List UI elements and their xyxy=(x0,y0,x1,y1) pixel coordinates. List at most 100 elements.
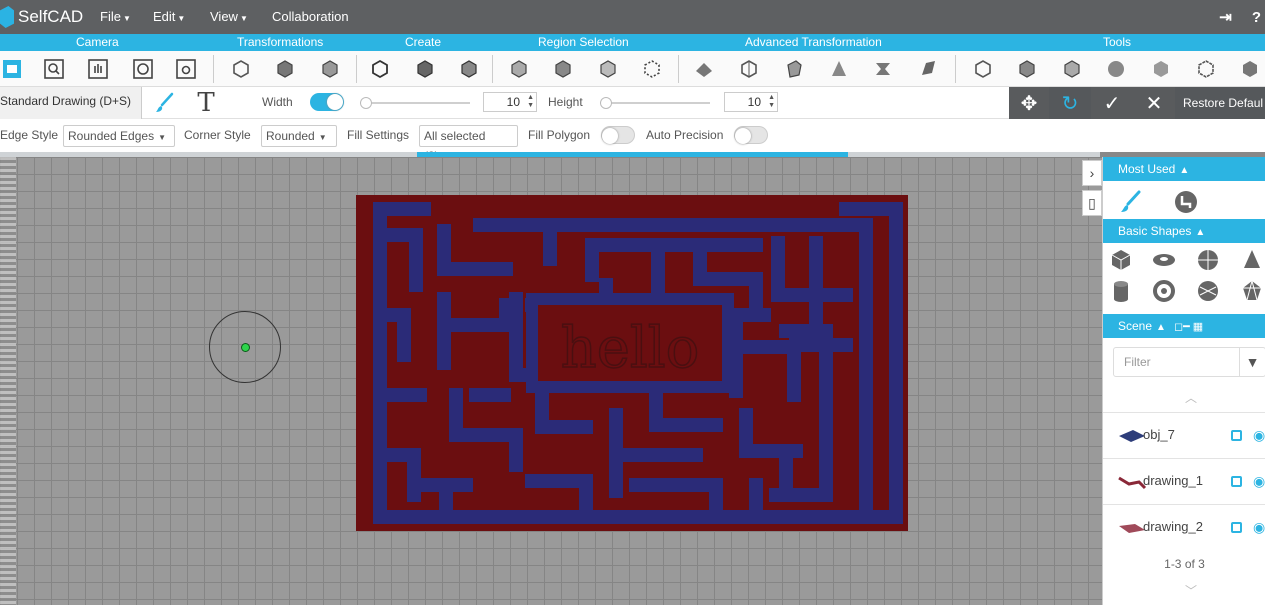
menu-view[interactable]: View ▼ xyxy=(210,9,248,24)
filter-icon[interactable]: ▼ xyxy=(1239,348,1265,376)
knot-shape-icon[interactable] xyxy=(1151,278,1177,304)
sphere-shape-icon[interactable] xyxy=(1195,247,1221,273)
select-object-icon[interactable] xyxy=(640,57,664,81)
bevel-icon[interactable] xyxy=(782,57,806,81)
width-input[interactable]: 10 ▲ ▼ xyxy=(483,92,537,112)
auto-precision-toggle[interactable] xyxy=(734,126,768,144)
tool-check-icon[interactable] xyxy=(1238,57,1262,81)
edge-style-select[interactable]: Rounded Edges ▼ xyxy=(63,125,175,147)
scene-header[interactable]: Scene ▲ ◻━ ▦ xyxy=(1103,314,1265,338)
twist-icon[interactable] xyxy=(871,57,895,81)
text-tool-button[interactable]: T xyxy=(186,87,226,119)
caret-up-icon: ▲ xyxy=(1179,165,1190,176)
select-checkbox-icon[interactable] xyxy=(1231,476,1242,487)
tool-hollow-icon[interactable] xyxy=(1149,57,1173,81)
basic-shapes-header[interactable]: Basic Shapes ▲ xyxy=(1103,219,1265,243)
tool-solid-icon[interactable] xyxy=(1015,57,1039,81)
gizmo-center-dot[interactable] xyxy=(241,343,250,352)
filter-input[interactable]: Filter ▼ xyxy=(1113,347,1265,377)
selfcad-logo[interactable]: SelfCAD xyxy=(0,0,83,34)
fill-polygon-toggle[interactable] xyxy=(601,126,635,144)
select-vertex-icon[interactable] xyxy=(507,57,531,81)
scene-object-row[interactable]: obj_7 ◉ xyxy=(1103,412,1265,458)
select-checkbox-icon[interactable] xyxy=(1231,430,1242,441)
spinner-icon[interactable]: ▲ ▼ xyxy=(527,94,534,110)
move-tool-icon[interactable] xyxy=(229,57,253,81)
category-tools[interactable]: Tools xyxy=(1103,35,1131,49)
scene-object-row[interactable]: drawing_1 ◉ xyxy=(1103,458,1265,504)
width-toggle[interactable] xyxy=(310,93,344,111)
3d-viewport[interactable]: hello xyxy=(0,157,1102,605)
eye-icon[interactable]: ◉ xyxy=(1253,519,1265,536)
torus-shape-icon[interactable] xyxy=(1151,247,1177,273)
width-slider-handle[interactable] xyxy=(360,97,372,109)
camera-orbit-gizmo[interactable] xyxy=(209,311,281,383)
scene-view-toggle-icon[interactable]: ◻━ ▦ xyxy=(1174,321,1203,333)
scroll-up-icon[interactable]: ︿ xyxy=(1185,389,1197,406)
width-slider[interactable] xyxy=(360,97,470,109)
pan-icon[interactable] xyxy=(86,57,110,81)
tool-cut-icon[interactable] xyxy=(1060,57,1084,81)
polyhedron-shape-icon[interactable] xyxy=(1239,278,1265,304)
corner-style-select[interactable]: Rounded ▼ xyxy=(261,125,337,147)
home-view-icon[interactable] xyxy=(0,57,24,81)
app-name: SelfCAD xyxy=(18,7,84,26)
sign-in-icon[interactable]: ⇥ xyxy=(1219,8,1232,26)
height-slider[interactable] xyxy=(600,97,710,109)
eye-icon[interactable]: ◉ xyxy=(1253,473,1265,490)
create-shell-icon[interactable] xyxy=(457,57,481,81)
zoom-icon[interactable] xyxy=(42,57,66,81)
scroll-down-icon[interactable]: ﹀ xyxy=(1185,582,1197,599)
check-icon[interactable]: ✓ xyxy=(1091,87,1133,119)
pagination-text: 1-3 of 3 xyxy=(1164,557,1205,571)
panel-layout-button[interactable]: ▯ xyxy=(1082,190,1102,216)
select-checkbox-icon[interactable] xyxy=(1231,522,1242,533)
select-edge-icon[interactable] xyxy=(551,57,575,81)
bend-icon[interactable] xyxy=(916,57,940,81)
tool-mesh-icon[interactable] xyxy=(1194,57,1218,81)
paintbrush-icon[interactable] xyxy=(1117,189,1143,215)
menu-file[interactable]: File ▼ xyxy=(100,9,131,24)
brush-tool-button[interactable] xyxy=(142,87,186,119)
sketch-tool-icon[interactable] xyxy=(1173,189,1199,215)
stitch-icon[interactable] xyxy=(692,57,716,81)
move-icon[interactable]: ✥ xyxy=(1009,87,1049,119)
taper-icon[interactable] xyxy=(827,57,851,81)
cube-shape-icon[interactable] xyxy=(1108,247,1134,273)
height-input[interactable]: 10 ▲ ▼ xyxy=(724,92,778,112)
most-used-header[interactable]: Most Used ▲ xyxy=(1103,157,1265,181)
object-name: drawing_1 xyxy=(1143,473,1203,488)
scene-label: Scene xyxy=(1118,319,1153,333)
category-transformations[interactable]: Transformations xyxy=(237,35,323,49)
restore-defaults-button[interactable]: Restore Defaul xyxy=(1175,87,1265,119)
tool-wireframe-icon[interactable] xyxy=(971,57,995,81)
help-icon[interactable]: ? xyxy=(1252,9,1261,26)
spinner-icon[interactable]: ▲ ▼ xyxy=(768,94,775,110)
category-camera[interactable]: Camera xyxy=(76,35,119,49)
geosphere-shape-icon[interactable] xyxy=(1195,278,1221,304)
camera-icon[interactable] xyxy=(174,57,198,81)
category-region-selection[interactable]: Region Selection xyxy=(538,35,629,49)
category-create[interactable]: Create xyxy=(405,35,441,49)
cone-shape-icon[interactable] xyxy=(1239,247,1265,273)
height-slider-handle[interactable] xyxy=(600,97,612,109)
close-icon[interactable]: ✕ xyxy=(1133,87,1175,119)
eye-icon[interactable]: ◉ xyxy=(1253,427,1265,444)
cylinder-shape-icon[interactable] xyxy=(1108,278,1134,304)
rotate-tool-icon[interactable] xyxy=(318,57,342,81)
tool-sphere-icon[interactable] xyxy=(1104,57,1128,81)
panel-collapse-button[interactable]: › xyxy=(1082,160,1102,186)
scale-tool-icon[interactable] xyxy=(273,57,297,81)
select-face-icon[interactable] xyxy=(596,57,620,81)
maze-model[interactable]: hello xyxy=(356,195,908,531)
create-extrude-icon[interactable] xyxy=(413,57,437,81)
orbit-icon[interactable] xyxy=(131,57,155,81)
category-advanced-transformation[interactable]: Advanced Transformation xyxy=(745,35,882,49)
scene-object-row[interactable]: drawing_2 ◉ xyxy=(1103,504,1265,550)
menu-edit[interactable]: Edit ▼ xyxy=(153,9,185,24)
subdivide-icon[interactable] xyxy=(737,57,761,81)
fill-settings-select[interactable]: All selected (3)▼ xyxy=(419,125,518,163)
menu-collaboration[interactable]: Collaboration xyxy=(272,9,349,24)
create-cube-icon[interactable] xyxy=(368,57,392,81)
rotate-icon[interactable]: ↻ xyxy=(1049,87,1091,119)
